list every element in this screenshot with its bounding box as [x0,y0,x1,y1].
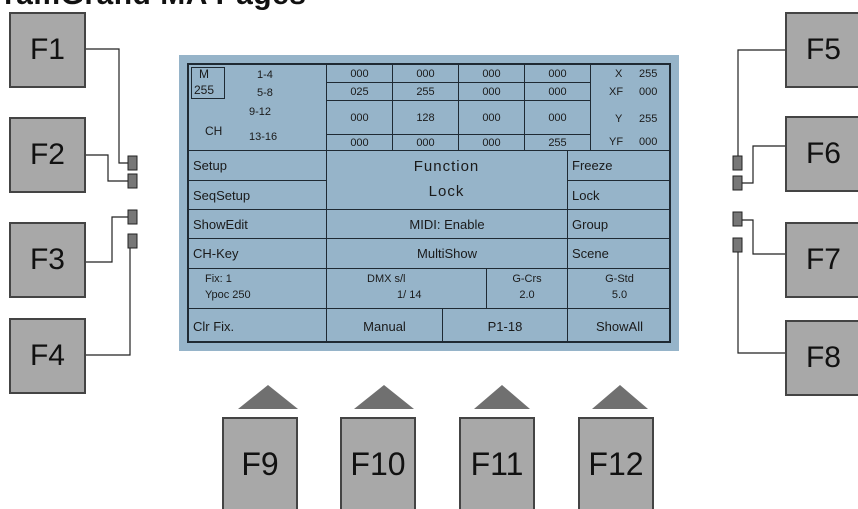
side-button-f8[interactable] [732,237,743,253]
menu-manual[interactable]: Manual [327,309,443,343]
dmx-info: DMX s/l 1/ 14 [327,269,487,309]
f3-key[interactable]: F3 [9,222,86,298]
xy-column: X 255 XF 000 Y 255 YF 000 [591,65,671,151]
grid-cell: 000 [525,101,591,135]
function-lock: Lock [428,183,465,200]
grid-cell: 000 [327,101,393,135]
menu-group[interactable]: Group [568,210,671,239]
y-label: Y [615,113,623,125]
menu-showedit[interactable]: ShowEdit [189,210,327,239]
f10-key[interactable]: F10 [340,417,416,509]
gcrs-info: G-Crs 2.0 [487,269,568,309]
xf-label: XF [609,86,624,98]
menu-setup[interactable]: Setup [189,151,327,181]
side-button-f5[interactable] [732,155,743,171]
dmx-value: 1/ 14 [397,289,422,301]
grid-cell: 000 [525,65,591,83]
grid-cell: 000 [459,135,525,151]
arrow-up-f11-icon [474,385,530,409]
grid-cell: 128 [393,101,459,135]
m-label: M [199,67,209,81]
f2-key[interactable]: F2 [9,117,86,193]
grid-cell: 000 [459,83,525,101]
function-block: Function Lock [327,151,568,210]
f8-key[interactable]: F8 [785,320,858,396]
f5-key[interactable]: F5 [785,12,858,88]
menu-p1-18[interactable]: P1-18 [443,309,568,343]
range-3: 9-12 [249,106,272,118]
f9-key[interactable]: F9 [222,417,298,509]
range-4: 13-16 [249,131,278,143]
f4-key[interactable]: F4 [9,318,86,394]
f7-key[interactable]: F7 [785,222,858,298]
grid-cell: 255 [525,135,591,151]
menu-seqsetup[interactable]: SeqSetup [189,181,327,210]
ypoc-value: Ypoc 250 [205,289,251,301]
fix-value: Fix: 1 [205,273,232,285]
side-button-f2[interactable] [127,173,138,189]
range-2: 5-8 [257,87,273,99]
x-value: 255 [639,68,658,80]
grid-cell: 000 [459,101,525,135]
f11-key[interactable]: F11 [459,417,535,509]
gcrs-label: G-Crs [512,273,542,285]
side-button-f1[interactable] [127,155,138,171]
function-title: Function [413,158,480,175]
menu-clr-fix[interactable]: Clr Fix. [189,309,327,343]
dmx-label: DMX s/l [367,273,406,285]
gstd-label: G-Std [605,273,634,285]
status-block: M 255 CH 1-4 5-8 9-12 13-16 [189,65,327,151]
menu-scene[interactable]: Scene [568,239,671,269]
gstd-value: 5.0 [611,289,628,301]
side-button-f3[interactable] [127,209,138,225]
f1-key[interactable]: F1 [9,12,86,88]
side-button-f6[interactable] [732,175,743,191]
f6-key[interactable]: F6 [785,116,858,192]
menu-freeze[interactable]: Freeze [568,151,671,181]
xf-value: 000 [639,86,658,98]
grid-cell: 000 [327,65,393,83]
yf-label: YF [609,136,624,148]
grid-cell: 000 [525,83,591,101]
side-button-f4[interactable] [127,233,138,249]
multishow[interactable]: MultiShow [327,239,568,269]
grid-cell: 255 [393,83,459,101]
grid-cell: 000 [393,65,459,83]
x-label: X [615,68,623,80]
y-value: 255 [639,113,658,125]
menu-lock[interactable]: Lock [568,181,671,210]
ch-label: CH [205,124,223,138]
menu-showall[interactable]: ShowAll [568,309,671,343]
fix-info: Fix: 1 Ypoc 250 [189,269,327,309]
grid-cell: 000 [459,65,525,83]
grid-cell: 000 [393,135,459,151]
lcd-screen: M 255 CH 1-4 5-8 9-12 13-16 000 000 000 … [187,63,671,343]
gcrs-value: 2.0 [519,289,535,301]
yf-value: 000 [639,136,658,148]
m-value: 255 [194,83,215,97]
grid-cell: 025 [327,83,393,101]
lcd-display: M 255 CH 1-4 5-8 9-12 13-16 000 000 000 … [179,55,679,351]
side-button-f7[interactable] [732,211,743,227]
range-1: 1-4 [257,69,273,81]
f12-key[interactable]: F12 [578,417,654,509]
midi-status[interactable]: MIDI: Enable [327,210,568,239]
arrow-up-f9-icon [238,385,298,409]
arrow-up-f12-icon [592,385,648,409]
menu-ch-key[interactable]: CH-Key [189,239,327,269]
arrow-up-f10-icon [354,385,414,409]
grid-cell: 000 [327,135,393,151]
gstd-info: G-Std 5.0 [568,269,671,309]
